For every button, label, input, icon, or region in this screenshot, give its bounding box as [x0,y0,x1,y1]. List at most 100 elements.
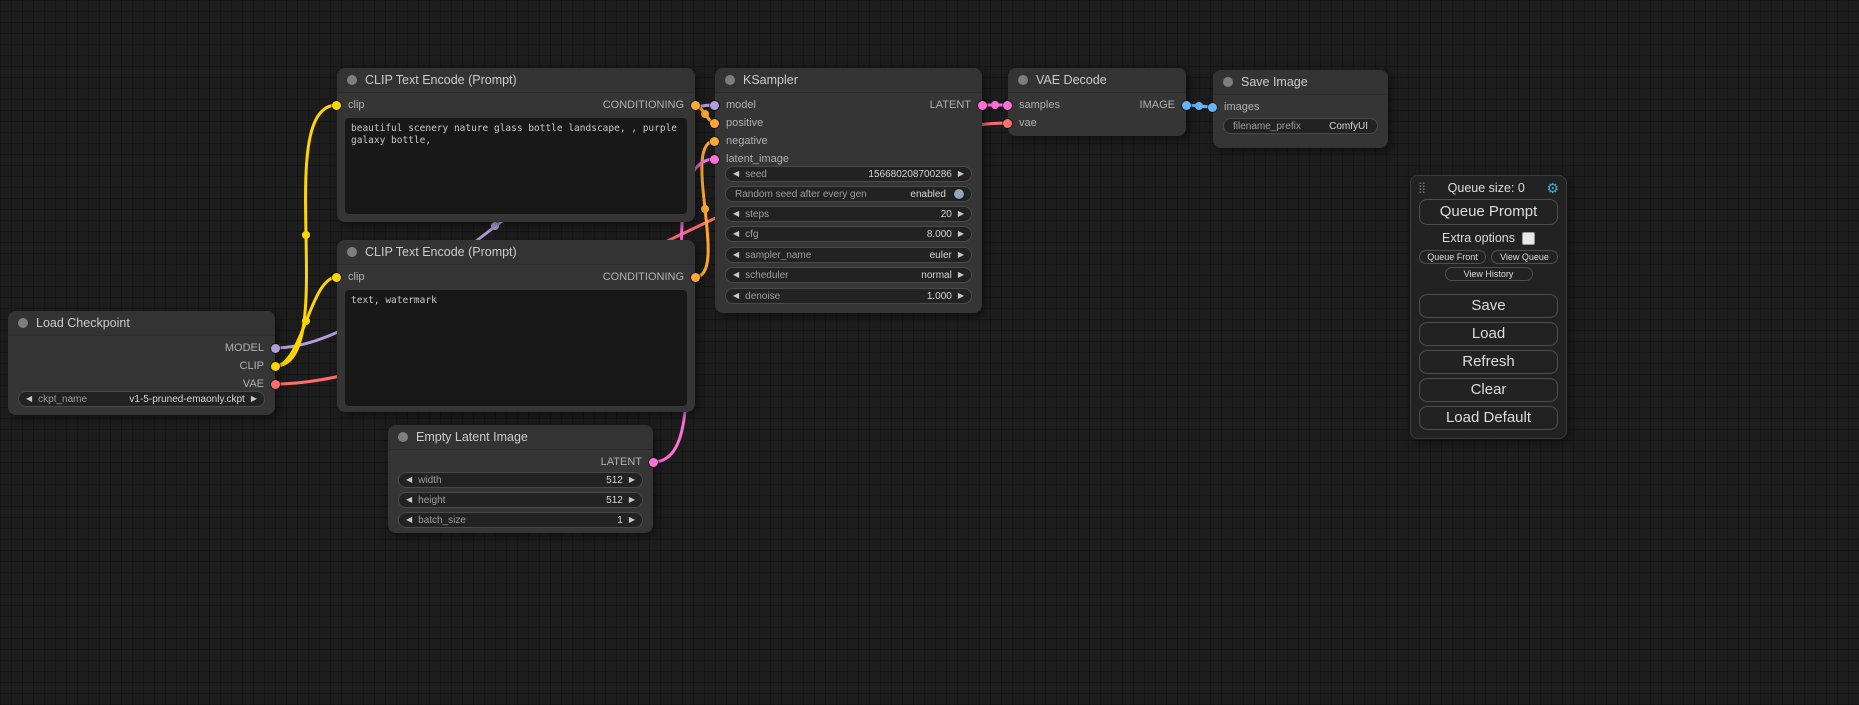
node-title-bar[interactable]: Save Image [1213,70,1388,95]
widget-sampler-name[interactable]: ◀ sampler_name euler ▶ [725,247,972,263]
arrow-left-icon[interactable]: ◀ [733,271,739,279]
conditioning-slot-dot-icon[interactable] [710,137,719,146]
extra-options-checkbox[interactable] [1522,232,1535,245]
widget-batch-size[interactable]: ◀ batch_size 1 ▶ [398,512,643,528]
load-default-button[interactable]: Load Default [1419,406,1558,430]
node-title-bar[interactable]: VAE Decode [1008,68,1186,93]
node-ksampler[interactable]: KSampler model positive negative latent_… [715,68,982,313]
refresh-button[interactable]: Refresh [1419,350,1558,374]
widget-scheduler[interactable]: ◀ scheduler normal ▶ [725,267,972,283]
output-slot-conditioning[interactable]: CONDITIONING [603,268,700,286]
arrow-right-icon[interactable]: ▶ [958,271,964,279]
output-slot-model[interactable]: MODEL [225,339,280,357]
node-load-checkpoint[interactable]: Load Checkpoint MODEL CLIP VAE ◀ ckpt_na… [8,311,275,415]
collapse-dot[interactable] [1018,75,1028,85]
node-vae-decode[interactable]: VAE Decode samples vae IMAGE [1008,68,1186,136]
arrow-right-icon[interactable]: ▶ [629,496,635,504]
queue-front-button[interactable]: Queue Front [1419,250,1486,264]
arrow-right-icon[interactable]: ▶ [629,476,635,484]
input-slot-clip[interactable]: clip [332,268,365,286]
input-slot-images[interactable]: images [1208,98,1259,116]
node-clip-text-encode-positive[interactable]: CLIP Text Encode (Prompt) clip CONDITION… [337,68,695,222]
drag-handle-icon[interactable]: ⣿ [1418,183,1426,194]
image-slot-dot-icon[interactable] [1182,101,1191,110]
output-slot-latent[interactable]: LATENT [601,453,658,471]
vae-slot-dot-icon[interactable] [271,380,280,389]
widget-seed[interactable]: ◀ seed 156680208700286 ▶ [725,166,972,182]
output-slot-image[interactable]: IMAGE [1140,96,1191,114]
node-title-bar[interactable]: CLIP Text Encode (Prompt) [337,68,695,93]
output-slot-clip[interactable]: CLIP [240,357,280,375]
output-slot-conditioning[interactable]: CONDITIONING [603,96,700,114]
latent-slot-dot-icon[interactable] [978,101,987,110]
image-slot-dot-icon[interactable] [1208,103,1217,112]
arrow-right-icon[interactable]: ▶ [958,292,964,300]
save-button[interactable]: Save [1419,294,1558,318]
node-title-bar[interactable]: KSampler [715,68,982,93]
collapse-dot[interactable] [347,75,357,85]
latent-slot-dot-icon[interactable] [1003,101,1012,110]
collapse-dot[interactable] [347,247,357,257]
node-title-bar[interactable]: Load Checkpoint [8,311,275,336]
collapse-dot[interactable] [18,318,28,328]
arrow-right-icon[interactable]: ▶ [629,516,635,524]
node-clip-text-encode-negative[interactable]: CLIP Text Encode (Prompt) clip CONDITION… [337,240,695,412]
widget-steps[interactable]: ◀ steps 20 ▶ [725,206,972,222]
widget-denoise[interactable]: ◀ denoise 1.000 ▶ [725,288,972,304]
view-queue-button[interactable]: View Queue [1491,250,1558,264]
clip-slot-dot-icon[interactable] [332,273,341,282]
input-slot-model[interactable]: model [710,96,756,114]
arrow-left-icon[interactable]: ◀ [733,230,739,238]
toggle-dot-icon[interactable] [954,189,964,199]
widget-ckpt-name[interactable]: ◀ ckpt_name v1-5-pruned-emaonly.ckpt ▶ [18,391,265,407]
queue-prompt-button[interactable]: Queue Prompt [1419,199,1558,225]
view-history-button[interactable]: View History [1445,267,1533,281]
conditioning-slot-dot-icon[interactable] [710,119,719,128]
arrow-right-icon[interactable]: ▶ [251,395,257,403]
vae-slot-dot-icon[interactable] [1003,119,1012,128]
node-title-bar[interactable]: CLIP Text Encode (Prompt) [337,240,695,265]
node-title-bar[interactable]: Empty Latent Image [388,425,653,450]
collapse-dot[interactable] [725,75,735,85]
collapse-dot[interactable] [1223,77,1233,87]
arrow-left-icon[interactable]: ◀ [26,395,32,403]
arrow-left-icon[interactable]: ◀ [733,210,739,218]
clip-slot-dot-icon[interactable] [332,101,341,110]
clear-button[interactable]: Clear [1419,378,1558,402]
widget-random-seed-toggle[interactable]: Random seed after every gen enabled [725,186,972,202]
arrow-left-icon[interactable]: ◀ [406,516,412,524]
input-slot-vae[interactable]: vae [1003,114,1037,132]
conditioning-slot-dot-icon[interactable] [691,273,700,282]
latent-slot-dot-icon[interactable] [710,155,719,164]
arrow-right-icon[interactable]: ▶ [958,251,964,259]
arrow-right-icon[interactable]: ▶ [958,210,964,218]
clip-slot-dot-icon[interactable] [271,362,280,371]
conditioning-slot-dot-icon[interactable] [691,101,700,110]
input-slot-clip[interactable]: clip [332,96,365,114]
model-slot-dot-icon[interactable] [271,344,280,353]
settings-gear-icon[interactable]: ⚙ [1546,181,1559,195]
latent-slot-dot-icon[interactable] [649,458,658,467]
input-slot-negative[interactable]: negative [710,132,768,150]
output-slot-latent[interactable]: LATENT [930,96,987,114]
node-empty-latent-image[interactable]: Empty Latent Image LATENT ◀ width 512 ▶ … [388,425,653,533]
arrow-left-icon[interactable]: ◀ [406,496,412,504]
widget-cfg[interactable]: ◀ cfg 8.000 ▶ [725,226,972,242]
arrow-left-icon[interactable]: ◀ [733,170,739,178]
arrow-left-icon[interactable]: ◀ [733,292,739,300]
node-save-image[interactable]: Save Image images filename_prefix ComfyU… [1213,70,1388,148]
input-slot-positive[interactable]: positive [710,114,763,132]
arrow-right-icon[interactable]: ▶ [958,170,964,178]
prompt-text-input[interactable]: text, watermark [345,290,687,406]
node-graph-canvas[interactable]: Load Checkpoint MODEL CLIP VAE ◀ ckpt_na… [0,0,1859,705]
collapse-dot[interactable] [398,432,408,442]
widget-height[interactable]: ◀ height 512 ▶ [398,492,643,508]
input-slot-samples[interactable]: samples [1003,96,1060,114]
prompt-text-input[interactable]: beautiful scenery nature glass bottle la… [345,118,687,214]
widget-width[interactable]: ◀ width 512 ▶ [398,472,643,488]
arrow-right-icon[interactable]: ▶ [958,230,964,238]
widget-filename-prefix[interactable]: filename_prefix ComfyUI [1223,118,1378,134]
arrow-left-icon[interactable]: ◀ [733,251,739,259]
model-slot-dot-icon[interactable] [710,101,719,110]
arrow-left-icon[interactable]: ◀ [406,476,412,484]
